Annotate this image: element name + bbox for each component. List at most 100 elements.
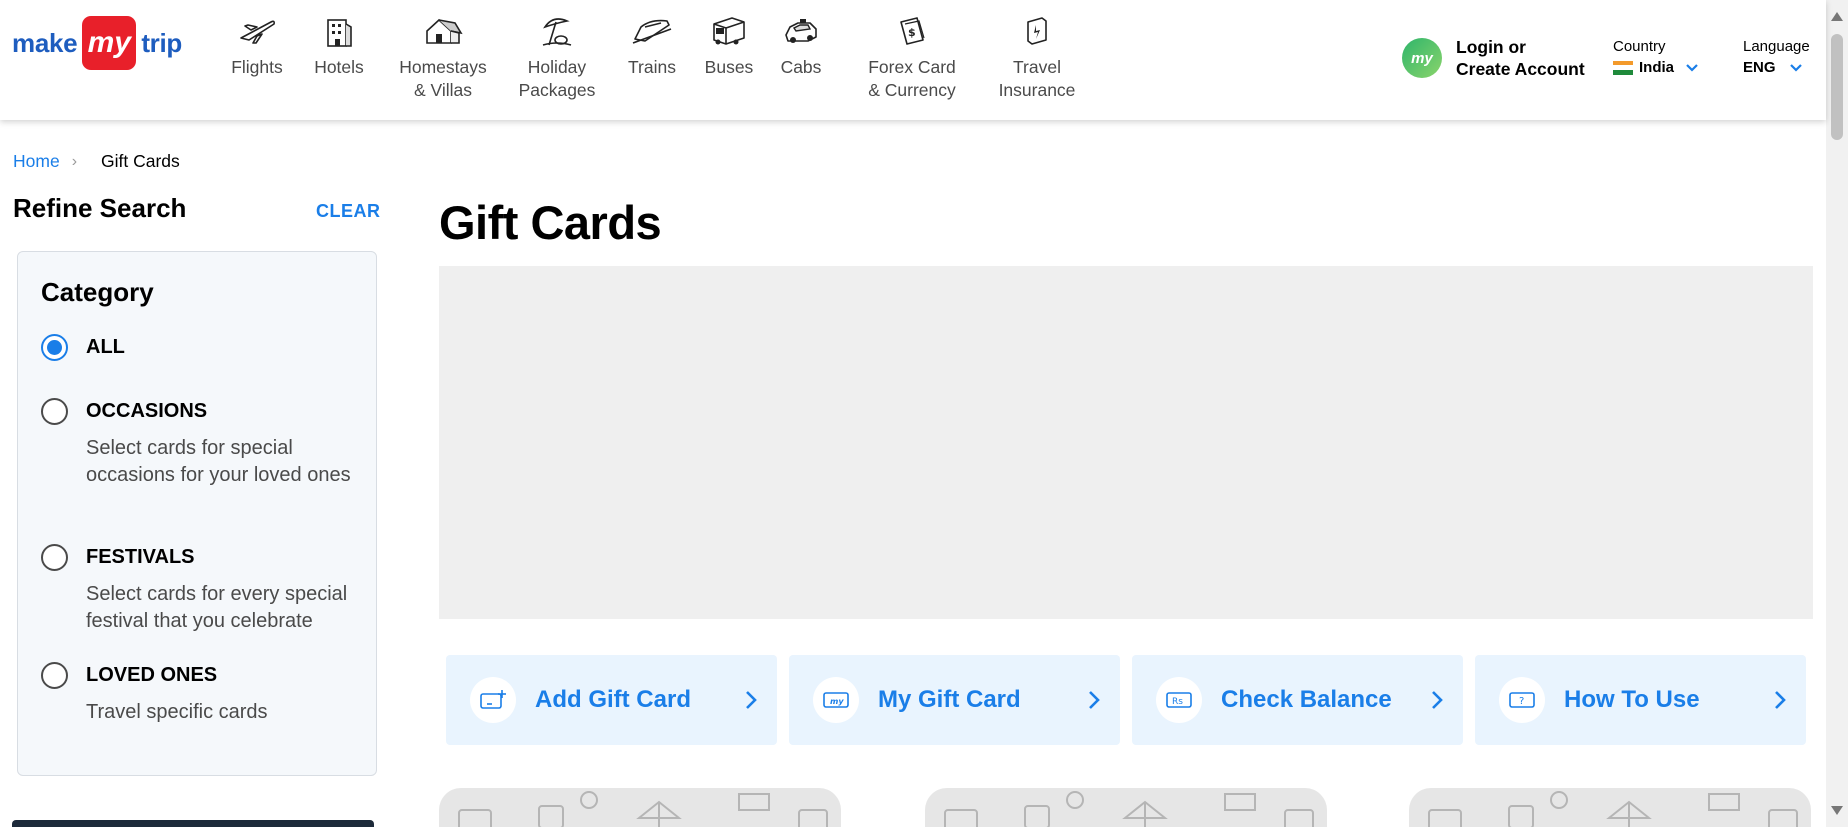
- scroll-up-arrow-icon[interactable]: [1831, 12, 1843, 21]
- svg-text:?: ?: [1519, 696, 1524, 707]
- nav-hotels[interactable]: Hotels: [304, 12, 374, 79]
- nav-label: Buses: [704, 57, 754, 77]
- nav-label: Flights: [231, 57, 283, 77]
- action-label: My Gift Card: [878, 686, 1021, 713]
- logo-badge-my: my: [82, 16, 137, 70]
- check-balance-button[interactable]: Rs Check Balance: [1132, 655, 1463, 745]
- scroll-down-arrow-icon[interactable]: [1831, 806, 1843, 815]
- my-card-icon: my: [813, 677, 859, 723]
- holiday-icon: [535, 12, 579, 50]
- svg-text:$: $: [908, 26, 916, 39]
- hero-banner-placeholder: [439, 266, 1813, 619]
- svg-text:Rs: Rs: [1172, 697, 1183, 707]
- nav-holiday-packages[interactable]: Holiday Packages: [512, 12, 602, 102]
- option-label: OCCASIONS: [86, 400, 208, 422]
- country-value: India: [1639, 59, 1675, 76]
- page-scrollbar[interactable]: [1826, 0, 1848, 827]
- gift-card-tile[interactable]: [925, 788, 1327, 827]
- login-label: Login or Create Account: [1456, 37, 1585, 79]
- chevron-right-icon: ›: [71, 152, 78, 170]
- cab-icon: [779, 12, 823, 50]
- chevron-down-icon: [1686, 63, 1698, 72]
- language-label: Language: [1743, 38, 1810, 55]
- category-filter-panel: Category ALL OCCASIONS Select cards for …: [17, 251, 377, 776]
- nav-forex[interactable]: $ Forex Card & Currency: [862, 12, 962, 102]
- nav-label: Holiday Packages: [518, 57, 596, 100]
- option-description: Select cards for special occasions for y…: [86, 437, 351, 486]
- option-description: Select cards for every special festival …: [86, 583, 348, 632]
- radio-button[interactable]: [41, 544, 68, 571]
- nav-trains[interactable]: Trains: [617, 12, 687, 79]
- option-description: Travel specific cards: [86, 701, 268, 723]
- chevron-right-icon: [1089, 691, 1100, 709]
- category-option-all[interactable]: ALL: [41, 334, 361, 364]
- category-option-occasions[interactable]: OCCASIONS Select cards for special occas…: [41, 398, 361, 508]
- nav-flights[interactable]: Flights: [222, 12, 292, 79]
- homestay-icon: [421, 12, 465, 50]
- svg-text:my: my: [830, 697, 844, 706]
- train-icon: [630, 12, 674, 50]
- language-value: ENG: [1743, 59, 1776, 76]
- nav-label: Forex Card & Currency: [868, 57, 956, 100]
- india-flag-icon: [1613, 60, 1633, 75]
- nav-label: Travel Insurance: [998, 57, 1076, 100]
- nav-cabs[interactable]: Cabs: [771, 12, 831, 79]
- hotel-icon: [317, 12, 361, 50]
- category-option-loved-ones[interactable]: LOVED ONES Travel specific cards: [41, 662, 361, 728]
- radio-button[interactable]: [41, 398, 68, 425]
- nav-travel-insurance[interactable]: Travel Insurance: [992, 12, 1082, 102]
- nav-buses[interactable]: Buses: [694, 12, 764, 79]
- nav-label: Homestays & Villas: [399, 57, 487, 100]
- add-gift-card-button[interactable]: Add Gift Card: [446, 655, 777, 745]
- makemytrip-logo[interactable]: make my trip: [12, 15, 182, 71]
- logo-word-make: make: [12, 27, 78, 58]
- option-label: ALL: [86, 336, 125, 358]
- insurance-icon: [1015, 12, 1059, 50]
- chevron-right-icon: [1775, 691, 1786, 709]
- action-label: Add Gift Card: [535, 686, 691, 713]
- add-card-icon: [470, 677, 516, 723]
- bus-icon: [707, 12, 751, 50]
- travel-pattern-icon: [458, 791, 828, 827]
- logo-word-trip: trip: [141, 27, 182, 58]
- language-selector[interactable]: Language ENG: [1743, 38, 1810, 76]
- nav-label: Hotels: [314, 57, 364, 77]
- chevron-right-icon: [1432, 691, 1443, 709]
- plane-icon: [235, 12, 279, 50]
- nav-label: Trains: [628, 57, 676, 77]
- chevron-right-icon: [746, 691, 757, 709]
- forex-icon: $: [890, 12, 934, 50]
- scroll-thumb[interactable]: [1831, 34, 1843, 140]
- action-label: How To Use: [1564, 686, 1700, 713]
- category-option-festivals[interactable]: FESTIVALS Select cards for every special…: [41, 544, 361, 634]
- travel-pattern-icon: [1428, 791, 1798, 827]
- gift-card-tile[interactable]: [439, 788, 841, 827]
- my-gift-card-button[interactable]: my My Gift Card: [789, 655, 1120, 745]
- how-to-use-button[interactable]: ? How To Use: [1475, 655, 1806, 745]
- radio-button-checked[interactable]: [41, 334, 68, 361]
- action-label: Check Balance: [1221, 686, 1392, 713]
- chevron-down-icon: [1789, 63, 1802, 72]
- category-title: Category: [41, 277, 154, 307]
- radio-button[interactable]: [41, 662, 68, 689]
- gift-card-tile[interactable]: [1409, 788, 1811, 827]
- nav-label: Cabs: [780, 57, 822, 77]
- mmt-avatar-icon: my: [1402, 38, 1442, 78]
- option-label: FESTIVALS: [86, 546, 195, 568]
- page-title: Gift Cards: [439, 196, 662, 249]
- country-selector[interactable]: Country India: [1613, 38, 1698, 76]
- travel-pattern-icon: [944, 791, 1314, 827]
- gift-card-actions: Add Gift Card my My Gift Card Rs Check B…: [446, 655, 1806, 745]
- breadcrumb-current: Gift Cards: [101, 151, 180, 171]
- nav-homestays[interactable]: Homestays & Villas: [388, 12, 498, 102]
- clear-filters-button[interactable]: CLEAR: [316, 201, 381, 222]
- breadcrumb-home-link[interactable]: Home: [13, 151, 60, 172]
- sidebar-promo-banner[interactable]: [12, 820, 374, 827]
- refine-search-title: Refine Search: [13, 193, 187, 223]
- rupee-balance-icon: Rs: [1156, 677, 1202, 723]
- login-button[interactable]: my Login or Create Account: [1402, 36, 1585, 80]
- country-label: Country: [1613, 38, 1666, 55]
- option-label: LOVED ONES: [86, 664, 218, 686]
- breadcrumb: Home › Gift Cards: [13, 151, 180, 172]
- top-header: make my trip Flights Hotels Homestays & …: [0, 0, 1826, 120]
